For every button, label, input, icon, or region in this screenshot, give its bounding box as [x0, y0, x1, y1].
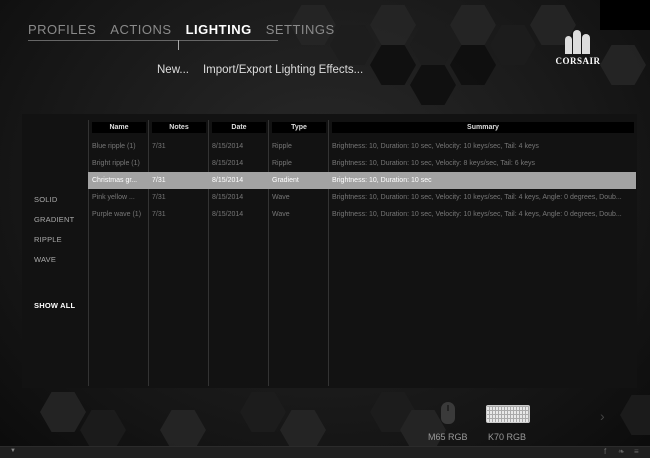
cell-notes: 7/31 [152, 211, 166, 218]
nav-underline [28, 40, 278, 41]
active-tab-indicator [178, 40, 179, 50]
collapse-arrow-icon[interactable]: ▼ [10, 448, 16, 454]
hex-decoration [620, 395, 650, 435]
filter-wave[interactable]: WAVE [34, 255, 56, 264]
hex-decoration [330, 25, 376, 65]
cell-name: Purple wave (1) [92, 211, 142, 218]
import-export-link[interactable]: Import/Export Lighting Effects... [203, 64, 363, 76]
cell-name: Blue ripple (1) [92, 143, 136, 150]
header-date[interactable]: Date [212, 122, 266, 133]
tab-profiles[interactable]: PROFILES [28, 22, 96, 37]
share-icon[interactable]: ≡ [634, 447, 639, 456]
filter-show-all[interactable]: SHOW ALL [34, 301, 75, 310]
table-row[interactable]: Purple wave (1) 7/31 8/15/2014 Wave Brig… [88, 206, 636, 223]
cell-type: Ripple [272, 143, 292, 150]
hex-decoration [160, 410, 206, 450]
table-row[interactable]: Blue ripple (1) 7/31 8/15/2014 Ripple Br… [88, 138, 636, 155]
cell-summary: Brightness: 10, Duration: 10 sec, Veloci… [332, 143, 539, 150]
hex-decoration [410, 65, 456, 105]
twitter-icon[interactable]: ❧ [618, 447, 625, 456]
cell-name: Bright ripple (1) [92, 160, 140, 167]
tab-lighting[interactable]: LIGHTING [186, 22, 252, 37]
hex-decoration [490, 25, 536, 65]
cell-type: Ripple [272, 160, 292, 167]
mouse-icon[interactable] [441, 402, 455, 424]
header-type[interactable]: Type [272, 122, 326, 133]
table-row[interactable]: Pink yellow ... 7/31 8/15/2014 Wave Brig… [88, 189, 636, 206]
cell-name: Pink yellow ... [92, 194, 135, 201]
cell-summary: Brightness: 10, Duration: 10 sec [332, 177, 432, 184]
cell-date: 8/15/2014 [212, 177, 244, 184]
table-row[interactable]: Bright ripple (1) 8/15/2014 Ripple Brigh… [88, 155, 636, 172]
cell-notes: 7/31 [152, 177, 166, 184]
app-window: PROFILES ACTIONS LIGHTING SETTINGS New..… [0, 0, 650, 458]
cell-date: 8/15/2014 [212, 194, 244, 201]
cell-type: Gradient [272, 177, 299, 184]
hex-decoration [410, 25, 456, 65]
cell-summary: Brightness: 10, Duration: 10 sec, Veloci… [332, 211, 622, 218]
cell-type: Wave [272, 194, 290, 201]
chevron-right-icon[interactable]: › [600, 408, 605, 424]
lighting-actions: New... Import/Export Lighting Effects... [157, 64, 363, 76]
tab-actions[interactable]: ACTIONS [110, 22, 171, 37]
hex-decoration [450, 45, 496, 85]
hex-decoration [240, 392, 286, 432]
filter-gradient[interactable]: GRADIENT [34, 215, 74, 224]
tab-settings[interactable]: SETTINGS [266, 22, 335, 37]
hex-decoration [280, 410, 326, 450]
hex-decoration [40, 392, 86, 432]
cell-date: 8/15/2014 [212, 160, 244, 167]
cell-notes: 7/31 [152, 143, 166, 150]
hex-decoration [370, 45, 416, 85]
cell-notes: 7/31 [152, 194, 166, 201]
device-m65-label[interactable]: M65 RGB [428, 432, 468, 442]
hex-decoration [450, 5, 496, 45]
table-row-selected[interactable]: Christmas gr... 7/31 8/15/2014 Gradient … [88, 172, 636, 189]
cell-summary: Brightness: 10, Duration: 10 sec, Veloci… [332, 194, 622, 201]
new-effect-link[interactable]: New... [157, 64, 189, 76]
cell-summary: Brightness: 10, Duration: 10 sec, Veloci… [332, 160, 535, 167]
device-k70-label[interactable]: K70 RGB [488, 432, 526, 442]
bottom-bar: ▼ f ❧ ≡ [0, 446, 650, 458]
header-notes[interactable]: Notes [152, 122, 206, 133]
hex-decoration [370, 5, 416, 45]
hex-decoration [80, 410, 126, 450]
filter-ripple[interactable]: RIPPLE [34, 235, 62, 244]
filter-solid[interactable]: SOLID [34, 195, 58, 204]
facebook-icon[interactable]: f [604, 447, 606, 456]
keyboard-icon[interactable] [486, 405, 530, 423]
corsair-logo: CORSAIR [548, 28, 608, 70]
cell-date: 8/15/2014 [212, 143, 244, 150]
cell-type: Wave [272, 211, 290, 218]
cell-date: 8/15/2014 [212, 211, 244, 218]
header-name[interactable]: Name [92, 122, 146, 133]
window-corner [600, 0, 650, 30]
cell-name: Christmas gr... [92, 177, 138, 184]
sails-icon [563, 28, 593, 54]
logo-text: CORSAIR [555, 56, 601, 66]
top-nav: PROFILES ACTIONS LIGHTING SETTINGS [28, 22, 335, 37]
header-summary[interactable]: Summary [332, 122, 634, 133]
effects-table: Name Notes Date Type Summary Blue ripple… [88, 120, 636, 386]
